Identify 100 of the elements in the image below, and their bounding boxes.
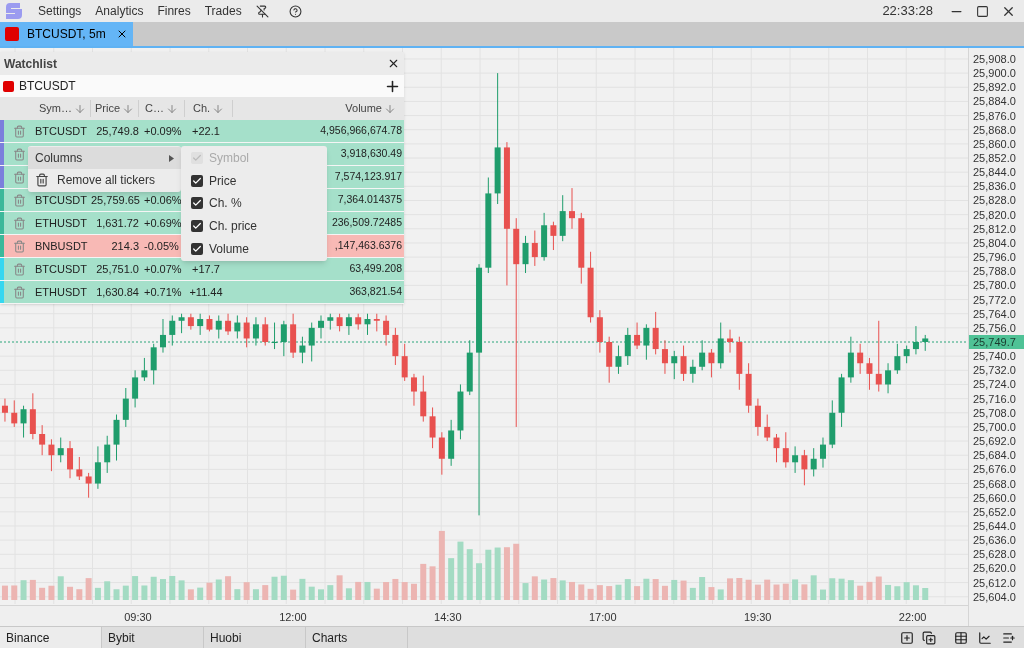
candlestick — [197, 313, 204, 336]
symbol-cell-text: ETHUSDT — [35, 215, 88, 231]
price-axis-label: 25,804.0 — [973, 235, 1016, 250]
price-axis-label: 25,620.0 — [973, 561, 1016, 576]
candlestick — [318, 314, 325, 339]
candlestick — [11, 399, 18, 428]
price-cell-text: 1,631.72 — [95, 215, 139, 231]
price-axis-label: 25,788.0 — [973, 264, 1016, 279]
candlestick — [857, 343, 864, 375]
candlestick — [178, 313, 185, 334]
price-axis-label: 25,892.0 — [973, 80, 1016, 95]
time-axis-label: 19:30 — [743, 610, 772, 625]
price-axis-label: 25,628.0 — [973, 547, 1016, 562]
price-axis-label: 25,740.0 — [973, 349, 1016, 364]
candlestick — [48, 438, 55, 472]
price-axis-label: 25,604.0 — [973, 589, 1016, 604]
candlestick — [875, 320, 882, 393]
candlestick — [885, 362, 892, 394]
candlestick — [132, 369, 139, 408]
maximize-icon[interactable] — [976, 4, 989, 18]
checkbox[interactable] — [191, 242, 203, 255]
candlestick — [39, 424, 46, 456]
checkbox[interactable] — [191, 197, 203, 210]
time-axis-label: 12:00 — [279, 610, 307, 625]
candlestick — [271, 322, 278, 350]
price-axis-label: 25,900.0 — [973, 66, 1016, 81]
change-price-cell-text: +22.1 — [191, 123, 221, 139]
volume-cell-text: 63,499.208 — [349, 261, 403, 277]
volume-cell-text: 363,821.54 — [349, 284, 403, 300]
candlestick — [94, 445, 101, 490]
change-price-cell-text: +11.44 — [188, 284, 224, 300]
candlestick — [20, 405, 27, 439]
candlestick — [569, 187, 575, 230]
price-axis-label: 25,876.0 — [973, 108, 1016, 123]
candlestick — [615, 345, 622, 375]
watchlist-row[interactable]: ETHUSDT 1,630.84 +0.71% +11.44 363,821.54 — [0, 281, 404, 304]
chart-icon[interactable] — [978, 630, 992, 645]
candlestick — [764, 414, 771, 442]
candlestick — [438, 431, 445, 476]
price-cell-text: 25,759.65 — [91, 192, 139, 208]
menu-item[interactable]: Remove all tickers — [28, 169, 181, 191]
pin-off-icon[interactable] — [255, 4, 269, 18]
close-icon[interactable] — [387, 57, 400, 70]
change-price-cell-text: +17.7 — [191, 261, 221, 277]
price-cell-text: 25,751.0 — [95, 261, 139, 277]
duplicate-icon[interactable] — [922, 630, 936, 645]
price-axis-label: 25,660.0 — [973, 490, 1016, 505]
price-axis-label: 25,860.0 — [973, 136, 1016, 151]
price-axis-label: 25,716.0 — [973, 391, 1016, 406]
watchlist-row[interactable]: BTCUSDT 25,749.8 +0.09% +22.1 4,956,966,674.78 — [0, 120, 404, 143]
app-logo — [4, 3, 24, 19]
checkbox[interactable] — [191, 220, 203, 233]
chart-tab[interactable]: BTCUSDT, 5m — [0, 22, 133, 46]
symbol-cell-text: ETHUSDT — [35, 284, 88, 300]
table-icon[interactable] — [954, 630, 968, 645]
exchange-tab[interactable]: Binance — [0, 627, 102, 648]
candlestick — [243, 316, 250, 348]
menu-item[interactable]: Settings — [38, 2, 82, 20]
watchlist-row[interactable]: BTCUSDT 25,751.0 +0.07% +17.7 63,499.208 — [0, 258, 404, 281]
menu-item[interactable]: Analytics — [95, 2, 144, 20]
price-axis-label: 25,724.0 — [973, 377, 1016, 392]
candlestick — [819, 437, 826, 469]
menu-item[interactable]: Finres — [157, 2, 191, 20]
candlestick — [680, 345, 687, 382]
price-axis-label: 25,796.0 — [973, 250, 1016, 265]
column-toggle[interactable]: Ch. % — [181, 192, 327, 215]
candlestick — [810, 447, 817, 477]
candlestick — [392, 327, 399, 366]
candlestick — [225, 313, 232, 336]
column-header[interactable]: Ch. — [185, 100, 233, 117]
candlestick — [782, 431, 789, 469]
add-window-icon[interactable] — [900, 630, 914, 645]
menu-item[interactable]: Trades — [204, 2, 242, 20]
price-axis-label: 25,612.0 — [973, 575, 1016, 590]
menu-item[interactable]: Columns — [28, 147, 181, 169]
price-axis-label: 25,772.0 — [973, 292, 1016, 307]
current-price-label: 25,749.7 — [969, 335, 1024, 349]
candlestick — [531, 230, 538, 267]
candlestick — [262, 316, 269, 347]
column-header[interactable]: Sym… — [35, 100, 91, 117]
price-axis-label: 25,820.0 — [973, 207, 1016, 222]
column-header[interactable]: Volume — [233, 100, 396, 117]
change-cell-text: +0.06% — [143, 192, 183, 208]
column-header[interactable]: C… — [139, 100, 185, 117]
candlestick — [401, 343, 408, 382]
list-add-icon[interactable] — [1002, 630, 1016, 645]
column-toggle[interactable]: Ch. price — [181, 214, 327, 238]
column-header[interactable]: Price — [91, 100, 139, 117]
candlestick — [894, 343, 901, 375]
checkbox[interactable] — [191, 174, 203, 187]
candlestick — [866, 357, 873, 391]
symbol-cell-text: BTCUSDT — [35, 261, 88, 277]
price-axis-label: 25,700.0 — [973, 419, 1016, 434]
time-axis-label: 22:00 — [898, 610, 927, 625]
column-toggle[interactable]: Volume — [181, 237, 327, 260]
price-axis-label: 25,852.0 — [973, 151, 1016, 166]
help-icon[interactable] — [288, 4, 302, 18]
price-cell-text: 25,749.8 — [95, 123, 139, 139]
price-axis-label: 25,692.0 — [973, 434, 1016, 449]
candlestick — [661, 339, 668, 375]
